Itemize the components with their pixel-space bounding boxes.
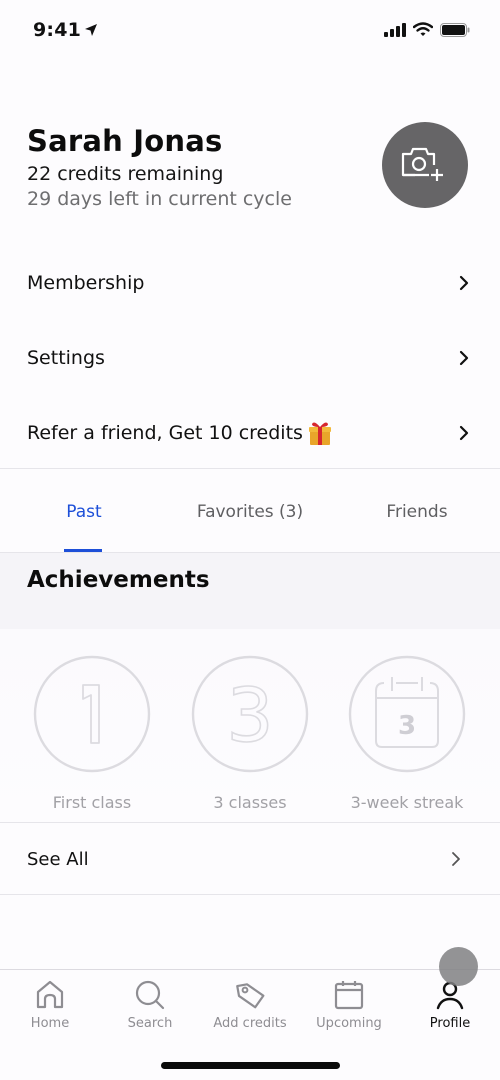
home-indicator[interactable]	[161, 1062, 340, 1069]
chevron-right-icon	[459, 275, 469, 290]
tab-past[interactable]: Past	[34, 470, 134, 553]
divider	[0, 468, 500, 469]
badge-3-week-streak[interactable]: 3 3-week streak	[348, 655, 466, 812]
status-bar: 9:41	[0, 0, 500, 62]
camera-add-icon	[401, 147, 443, 181]
see-all-achievements-button[interactable]: See All	[0, 823, 500, 895]
location-arrow-icon	[85, 24, 98, 36]
tab-bar-label: Profile	[429, 1016, 471, 1031]
menu-item-refer-friend[interactable]: Refer a friend, Get 10 credits	[0, 395, 500, 470]
badge-3-classes[interactable]: 3 3 classes	[191, 655, 309, 812]
tab-bar-home[interactable]: Home	[0, 978, 100, 1031]
badge-glyph: 3	[398, 711, 416, 741]
calendar-3-badge-icon: 3	[348, 655, 466, 773]
number-3-badge-icon: 3	[191, 655, 309, 773]
tab-bar-label: Upcoming	[316, 1016, 382, 1031]
home-icon	[36, 980, 64, 1009]
profile-header: Sarah Jonas 22 credits remaining 29 days…	[0, 120, 500, 220]
tab-bar-add-credits[interactable]: Add credits	[200, 978, 300, 1031]
tab-bar-label: Search	[127, 1016, 173, 1031]
cellular-signal-icon	[384, 22, 406, 37]
achievements-header: Achievements	[0, 553, 500, 629]
menu-item-label: Settings	[27, 346, 105, 369]
touch-indicator	[439, 947, 478, 986]
badge-first-class[interactable]: First class	[33, 655, 151, 812]
menu-item-membership[interactable]: Membership	[0, 245, 500, 320]
menu-item-label: Membership	[27, 271, 145, 294]
chevron-right-icon	[459, 425, 469, 440]
menu-item-settings[interactable]: Settings	[0, 320, 500, 395]
status-time-text: 9:41	[33, 19, 82, 41]
tab-bar-upcoming[interactable]: Upcoming	[299, 978, 399, 1031]
tab-bar-profile[interactable]: Profile	[400, 978, 500, 1031]
tab-bar-label: Home	[30, 1016, 70, 1031]
divider	[0, 894, 500, 895]
badge-label: 3-week streak	[350, 793, 464, 812]
tab-bar-search[interactable]: Search	[100, 978, 200, 1031]
chevron-right-icon	[459, 350, 469, 365]
profile-menu: Membership Settings Refer a friend, Get …	[0, 245, 500, 470]
cycle-days-left: 29 days left in current cycle	[27, 188, 292, 210]
bottom-tab-bar: Home Search Add credits Upcoming Profile	[0, 969, 500, 1039]
activity-tabs: Past Favorites (3) Friends	[0, 470, 500, 553]
badge-glyph: 3	[226, 673, 273, 759]
chevron-right-icon	[452, 852, 460, 866]
status-time: 9:41	[33, 19, 98, 41]
search-icon	[135, 980, 165, 1010]
tag-icon	[236, 983, 265, 1009]
badge-label: First class	[52, 793, 132, 812]
credits-remaining: 22 credits remaining	[27, 163, 224, 185]
wifi-icon	[413, 22, 433, 36]
status-icons	[384, 22, 470, 37]
achievements-title: Achievements	[27, 567, 210, 593]
calendar-icon	[334, 981, 364, 1010]
avatar-upload-button[interactable]	[382, 122, 468, 208]
gift-icon	[308, 422, 331, 445]
badge-label: 3 classes	[213, 793, 287, 812]
menu-item-label-wrap: Refer a friend, Get 10 credits	[27, 420, 333, 446]
tab-friends[interactable]: Friends	[367, 470, 467, 553]
number-1-badge-icon	[33, 655, 151, 773]
see-all-label: See All	[27, 848, 89, 870]
battery-icon	[440, 22, 470, 37]
tab-bar-label: Add credits	[213, 1016, 287, 1031]
menu-item-label: Refer a friend, Get 10 credits	[27, 421, 303, 444]
tab-favorites[interactable]: Favorites (3)	[180, 470, 320, 553]
achievement-badges: First class 3 3 classes 3 3-week streak	[0, 629, 500, 822]
profile-name: Sarah Jonas	[27, 124, 223, 158]
